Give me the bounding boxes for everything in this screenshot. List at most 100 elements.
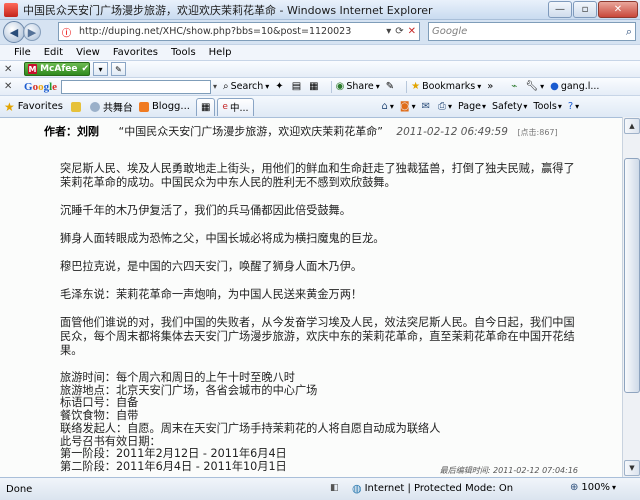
stop-icon[interactable]: ✕ [408,26,416,37]
zoom-level: 100% [581,482,610,493]
window-title: 中国民众天安门广场漫步旅游，欢迎欢庆茉莉花革命 - Windows Intern… [23,3,433,17]
address-row: ◀ ▶ ⓘ http://duping.net/XHC/show.php?bbs… [0,20,640,44]
forward-button[interactable]: ▶ [23,23,41,41]
print-button[interactable]: ⎙ ▾ [438,101,452,112]
google-news-icon[interactable]: ▤ [292,81,303,92]
event-info-line: 餐饮食物：自带 [60,409,139,423]
post-paragraph: 穆巴拉克说，是中国的六四天安门，唤醒了狮身人面木乃伊。 [60,260,363,273]
close-toolbar-icon[interactable]: ✕ [4,64,24,75]
add-favorite-icon[interactable] [70,101,84,112]
event-info-line: 旅游时间：每个周六和周日的上午十时至晚八时 [60,371,295,384]
feeds-button[interactable]: ◙ ▾ [400,101,416,112]
chevron-down-icon: ▾ [611,483,616,492]
search-icon: ⌕ [223,81,229,92]
google-search-button[interactable]: ⌕ Search ▾ [223,81,269,92]
menu-file[interactable]: File [14,47,31,58]
google-logo: Google [24,80,58,93]
dropdown-arrow-icon[interactable]: ▾ [386,26,391,37]
menu-favorites[interactable]: Favorites [113,47,158,58]
menu-tools[interactable]: Tools [171,47,196,58]
scroll-up-button[interactable]: ▲ [624,118,640,134]
favorite-item-gongwutai[interactable]: 共舞台 [89,99,133,114]
bookmarks-button[interactable]: ★ Bookmarks ▾ [411,81,481,92]
author-label: 作者：刘刚 [44,125,99,138]
post-paragraph: 面管他们谁说的对，我们中国的失败者，从今发奋学习埃及人民，效法突尼斯人民。自今日… [60,316,575,357]
menu-help[interactable]: Help [209,47,232,58]
security-zone-label: Internet | Protected Mode: On [364,483,514,494]
google-options-icon[interactable]: ⌁ [511,81,519,92]
menu-bar: File Edit View Favorites Tools Help [0,44,640,60]
post-header: 作者：刘刚 “中国民众天安门广场漫步旅游，欢迎欢庆茉莉花革命” 2011-02-… [44,123,558,139]
page-favicon-icon: e [222,102,228,112]
favorites-bar: ★ Favorites 共舞台 Blogg... ▦ e 中... ⌂ ▾ ◙ ▾ ✉… [0,95,640,117]
status-text: Done [6,483,33,495]
favorites-button[interactable]: Favorites [18,101,63,112]
tab-quick-tabs-icon[interactable]: ▦ [195,97,216,116]
address-url[interactable]: http://duping.net/XHC/show.php?bbs=10&po… [79,26,382,37]
addon-status-icon[interactable]: ◧ [330,483,339,493]
help-icon[interactable]: ? ▾ [568,101,579,112]
google-pagerank-icon[interactable]: ▦ [309,81,320,92]
mcafee-button[interactable]: M McAfee ✔ [24,62,90,76]
search-box[interactable]: Google ⌕ [428,22,636,41]
post-click-count: [点击:867] [517,128,558,137]
rss-icon: ◙ [399,101,410,112]
google-dropdown-icon[interactable]: ▾ [213,82,217,91]
close-google-toolbar-icon[interactable]: ✕ [4,81,24,92]
back-button[interactable]: ◀ [3,21,25,43]
tools-menu[interactable]: Tools ▾ [533,101,561,112]
share-button[interactable]: ◉ Share ▾ [336,81,380,92]
address-bar[interactable]: ⓘ http://duping.net/XHC/show.php?bbs=10&… [58,22,420,41]
globe-icon: ◍ [352,482,362,495]
google-account-button[interactable]: ● gang.l... [550,81,599,92]
post-date: 2011-02-12 06:49:59 [396,126,508,138]
maximize-button[interactable]: ▫ [573,1,597,18]
page-menu[interactable]: Page ▾ [458,101,486,112]
scroll-thumb[interactable] [624,158,640,393]
page-content: 作者：刘刚 “中国民众天安门广场漫步旅游，欢迎欢庆茉莉花革命” 2011-02-… [0,117,622,477]
site-advisor-icon[interactable]: ✎ [111,62,126,76]
mail-button[interactable]: ✉ [422,101,432,112]
mcafee-dropdown-icon[interactable]: ▾ [93,62,108,76]
mail-icon: ✉ [421,101,430,112]
home-icon: ⌂ [381,101,388,112]
home-button[interactable]: ⌂ ▾ [382,101,394,112]
blogger-icon [138,101,149,112]
mcafee-logo-icon: M [28,64,38,74]
post-title: “中国民众天安门广场漫步旅游，欢迎欢庆茉莉花革命” [118,125,383,138]
web-icon [89,101,100,112]
tab-current-page[interactable]: e 中... [217,97,254,116]
safety-menu[interactable]: Safety ▾ [492,101,527,112]
event-info-line: 标语口号：自备 [60,396,139,410]
menu-view[interactable]: View [76,47,100,58]
search-placeholder: Google [432,26,468,37]
page-favicon-icon [4,2,18,17]
zoom-control[interactable]: ⊕ 100% ▾ [570,482,616,493]
favorite-item-blogger[interactable]: Blogg... [138,101,190,112]
mcafee-toolbar: ✕ M McAfee ✔ ▾ ✎ [0,60,640,77]
event-info-line: 联络发起人：自愿。周末在天安门广场手持茉莉花的人将自愿自动成为联络人 [60,421,441,435]
security-zone[interactable]: ◍ Internet | Protected Mode: On [352,482,513,495]
minimize-button[interactable]: — [548,1,572,18]
search-icon[interactable]: ⌕ [626,25,632,39]
favorites-star-icon[interactable]: ★ [4,100,15,114]
event-info-line: 旅游地点：北京天安门广场，各省会城市的中心广场 [60,383,318,397]
ie-page-icon: ⓘ [62,28,72,39]
scroll-down-button[interactable]: ▼ [624,460,640,476]
vertical-scrollbar[interactable]: ▲ ▼ [622,117,640,477]
check-icon: ✔ [81,64,89,74]
status-bar: Done ◧ ◍ Internet | Protected Mode: On ⊕… [0,477,640,500]
last-edit-time: 最后编辑时间: 2011-02-12 07:04:16 [439,466,578,475]
sidewiki-icon[interactable]: ✎ [386,81,396,92]
wrench-icon[interactable]: 🔧︎ ▾ [525,81,544,92]
google-search-input[interactable] [61,79,212,94]
close-button[interactable]: ✕ [598,1,638,18]
post-body: 突尼斯人民、埃及人民勇敢地走上街头，用他们的鲜血和生命赶走了独裁猛兽，打倒了独夫… [60,162,580,474]
menu-edit[interactable]: Edit [44,47,63,58]
event-info: 旅游时间：每个周六和周日的上午十时至晚八时 旅游地点：北京天安门广场，各省会城市… [60,371,580,474]
print-icon: ⎙ [437,101,446,112]
refresh-icon[interactable]: ⟳ [395,26,403,37]
toolbar-more-icon[interactable]: » [487,81,495,92]
google-extra-icon[interactable]: ✦ [275,81,285,92]
post-paragraph: 狮身人面转眼成为恐怖之父，中国长城必将成为横扫魔鬼的巨龙。 [60,232,385,245]
